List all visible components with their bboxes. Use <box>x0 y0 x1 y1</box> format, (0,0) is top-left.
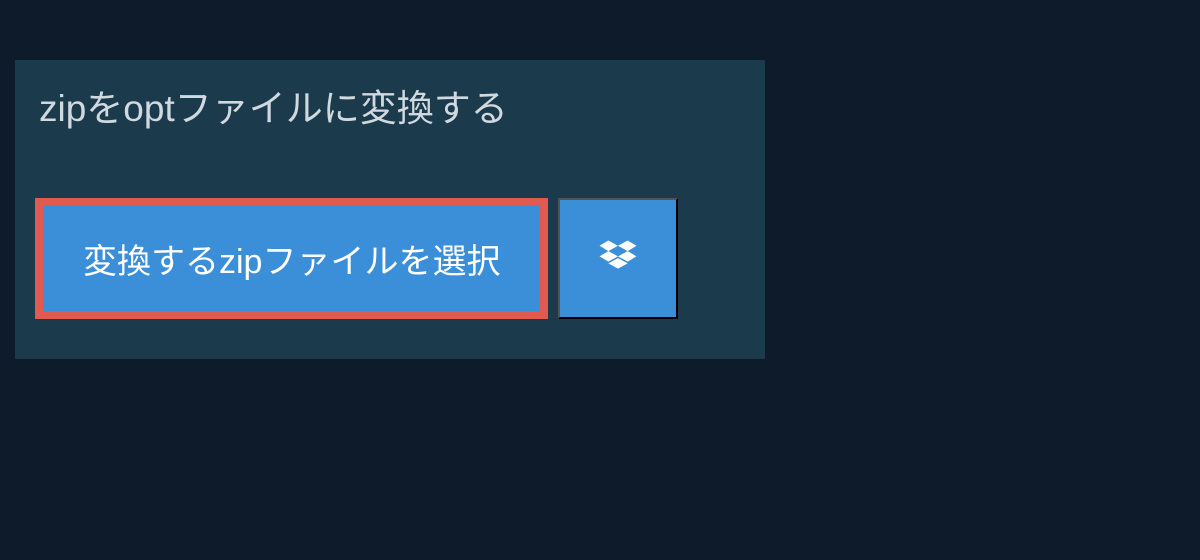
dropbox-icon <box>596 237 640 281</box>
dropbox-button[interactable] <box>558 198 678 319</box>
button-row: 変換するzipファイルを選択 <box>35 198 765 319</box>
converter-panel: zipをoptファイルに変換する 変換するzipファイルを選択 <box>15 60 765 359</box>
select-file-button[interactable]: 変換するzipファイルを選択 <box>35 198 548 319</box>
select-file-label: 変換するzipファイルを選択 <box>83 243 500 281</box>
title-bar: zipをoptファイルに変換する <box>15 60 532 150</box>
page-title: zipをoptファイルに変換する <box>39 78 508 132</box>
